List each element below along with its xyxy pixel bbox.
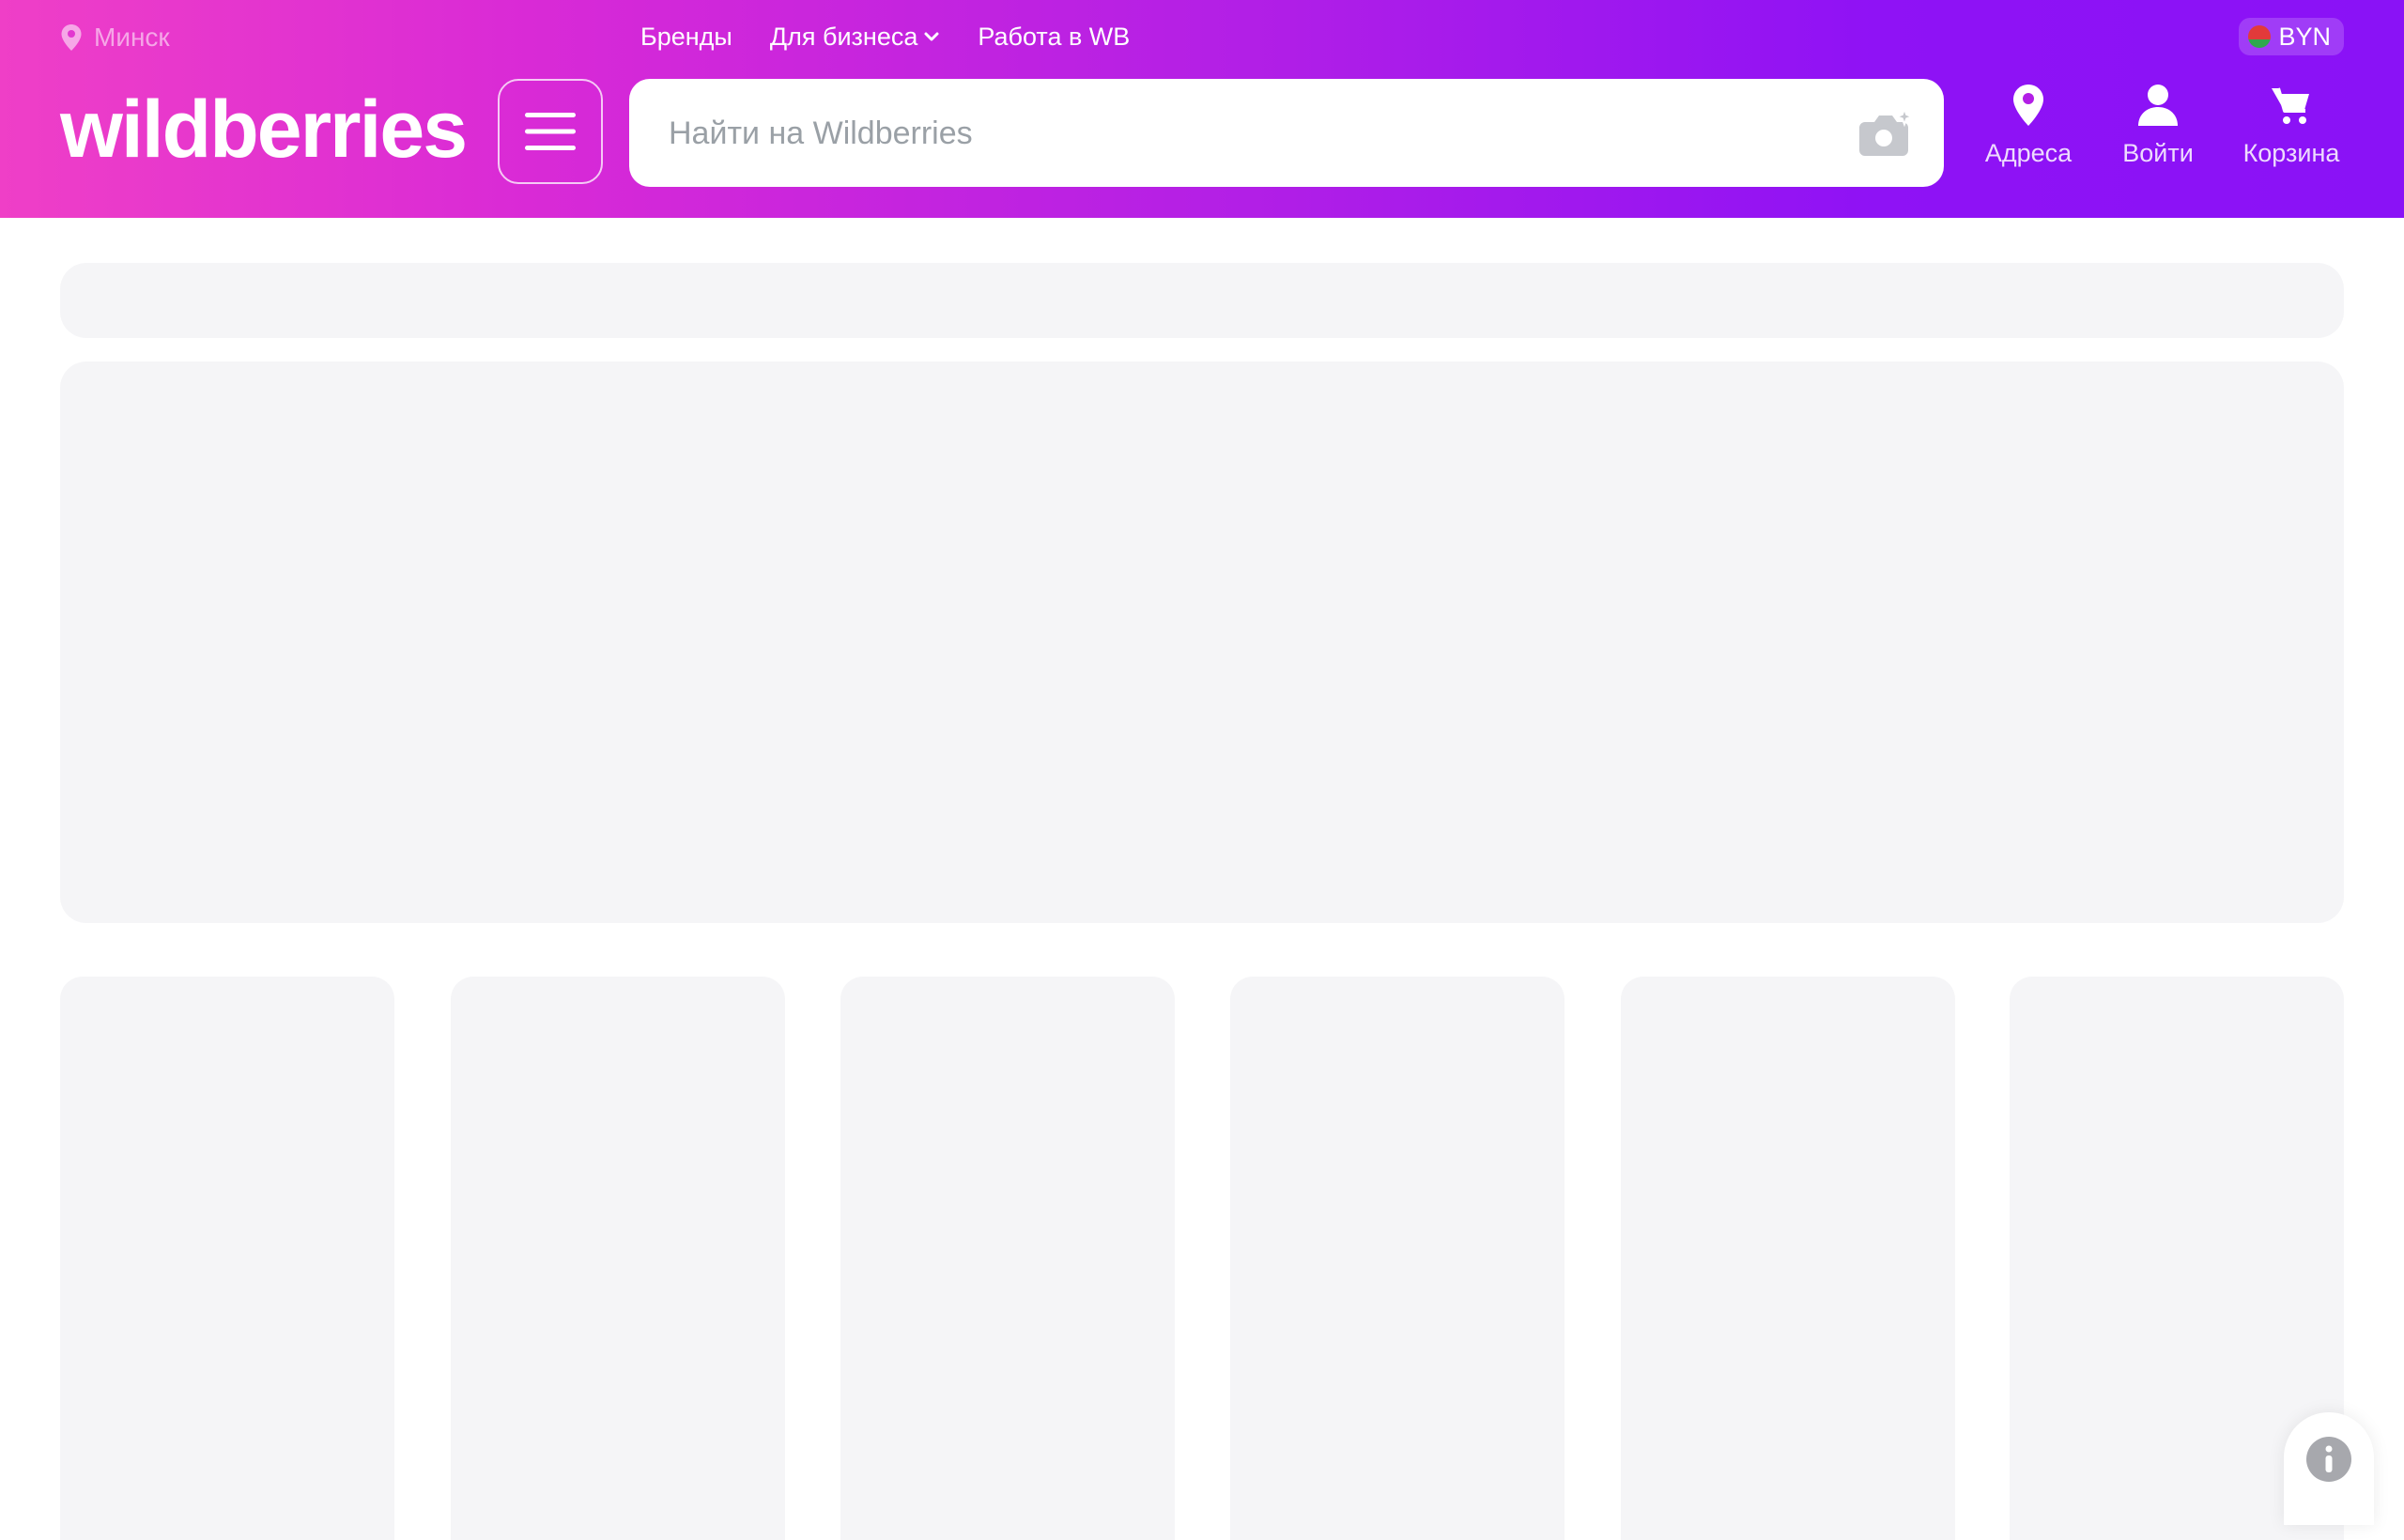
camera-icon <box>1859 106 1916 156</box>
nav-addresses[interactable]: Адреса <box>1980 83 2077 168</box>
skeleton-product-card <box>1621 977 1955 1540</box>
top-links: Бренды Для бизнеса Работа в WB <box>640 17 1167 56</box>
cart-icon <box>2272 87 2309 124</box>
skeleton-product-card <box>1230 977 1564 1540</box>
nav-addresses-label: Адреса <box>1984 139 2073 167</box>
nav-login[interactable]: Войти <box>2115 83 2201 168</box>
user-icon <box>2138 85 2178 126</box>
hamburger-icon <box>525 113 576 150</box>
city-label: Минск <box>94 23 170 52</box>
header: Минск Бренды Для бизнеса Работа в WB BYN… <box>0 0 2404 218</box>
currency-label: BYN <box>2278 22 2331 51</box>
link-business[interactable]: Для бизнеса <box>770 23 941 52</box>
skeleton-product-card <box>451 977 785 1540</box>
nav-cart-label: Корзина <box>2242 139 2340 167</box>
camera-search-button[interactable] <box>1857 106 1916 160</box>
nav-cart[interactable]: Корзина <box>2237 83 2346 168</box>
search-input[interactable] <box>667 79 1816 189</box>
skeleton-product-card <box>60 977 394 1540</box>
info-icon <box>2306 1437 2351 1482</box>
currency-selector[interactable]: BYN <box>2239 18 2344 55</box>
chevron-down-icon <box>924 32 939 41</box>
link-brands[interactable]: Бренды <box>640 23 732 52</box>
skeleton-product-card <box>840 977 1175 1540</box>
info-button[interactable] <box>2284 1412 2374 1525</box>
map-pin-icon <box>61 24 82 51</box>
nav-login-label: Войти <box>2122 139 2194 167</box>
link-work[interactable]: Работа в WB <box>978 23 1130 52</box>
skeleton-banner <box>60 362 2344 923</box>
link-business-label: Для бизнеса <box>769 22 918 51</box>
skeleton-bar <box>60 263 2344 338</box>
city-selector[interactable]: Минск <box>60 19 170 56</box>
menu-button[interactable] <box>498 79 603 184</box>
flag-icon <box>2248 25 2272 48</box>
search-bar <box>629 79 1944 189</box>
map-pin-icon <box>2013 85 2043 126</box>
logo[interactable]: wildberries <box>60 83 468 177</box>
